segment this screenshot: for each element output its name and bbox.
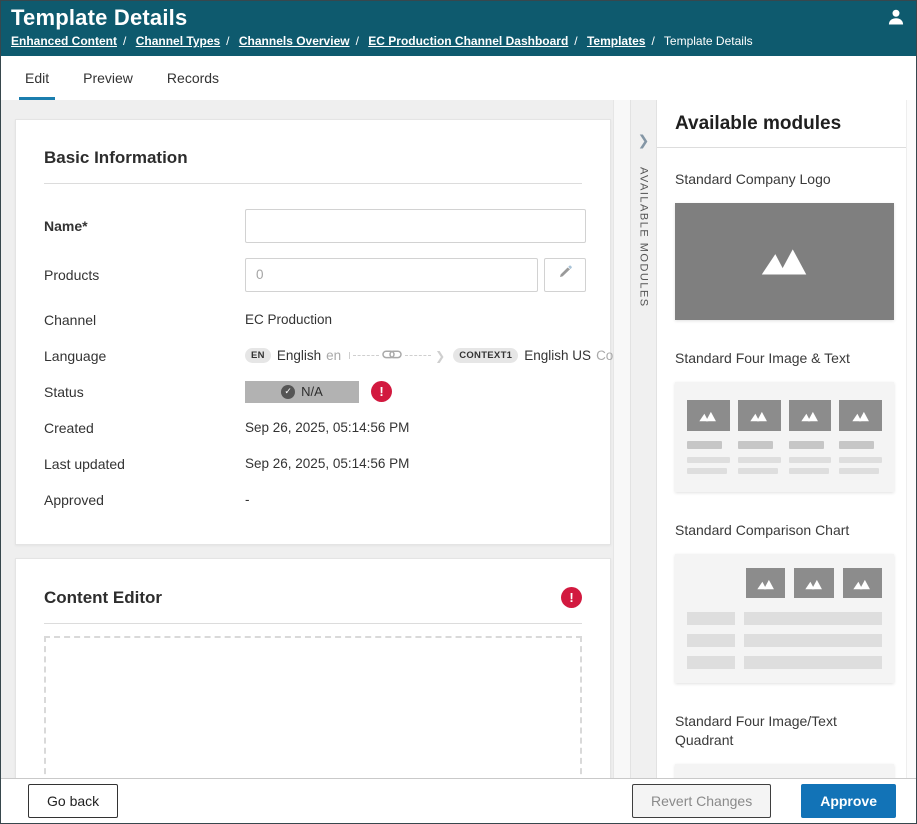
image-placeholder-icon <box>788 400 832 431</box>
source-language-locale: en <box>326 348 342 363</box>
breadcrumb-separator: / <box>651 34 655 48</box>
status-badge: ✓ N/A <box>245 380 359 403</box>
breadcrumb-separator: / <box>226 34 230 48</box>
page-title: Template Details <box>11 5 188 30</box>
language-mapping: EN English en ❯ CONTEXT1 English US Co <box>245 348 613 363</box>
name-input[interactable] <box>245 208 586 243</box>
module-name: Standard Company Logo <box>675 171 831 187</box>
module-standard-four-image-text: Standard Four Image & Text <box>675 349 894 492</box>
breadcrumb: Enhanced Content / Channel Types / Channel… <box>11 34 906 48</box>
image-placeholder-icon <box>737 400 781 431</box>
sidebar-scrollbar[interactable] <box>906 100 916 778</box>
main-content: Basic Information Name* Products 0 Chann… <box>1 100 613 778</box>
chain-link-icon <box>382 348 402 363</box>
module-preview-four-image-text[interactable] <box>675 382 894 492</box>
tab-bar: Edit Preview Records <box>1 56 916 100</box>
approved-label: Approved <box>44 491 104 508</box>
source-language-code-badge: EN <box>245 348 271 363</box>
breadcrumb-channels-overview[interactable]: Channels Overview <box>239 34 350 48</box>
action-bar: Go back Revert Changes Approve <box>1 778 916 823</box>
breadcrumb-separator: / <box>355 34 359 48</box>
module-name: Standard Four Image & Text <box>675 350 850 366</box>
section-divider <box>44 623 582 624</box>
last-updated-label: Last updated <box>44 455 125 472</box>
basic-information-title: Basic Information <box>44 148 188 167</box>
channel-label: Channel <box>44 311 97 328</box>
status-value: N/A <box>301 384 323 399</box>
main-scrollbar[interactable] <box>613 100 630 778</box>
image-placeholder-icon <box>687 400 730 431</box>
available-modules-panel: Available modules Standard Company Logo … <box>657 100 906 778</box>
breadcrumb-enhanced-content[interactable]: Enhanced Content <box>11 34 117 48</box>
breadcrumb-separator: / <box>123 34 127 48</box>
collapse-strip-label: AVAILABLE MODULES <box>637 167 650 308</box>
status-label: Status <box>44 383 84 400</box>
created-value: Sep 26, 2025, 05:14:56 PM <box>245 420 410 435</box>
channel-value: EC Production <box>245 312 333 327</box>
last-updated-value: Sep 26, 2025, 05:14:56 PM <box>245 456 410 471</box>
basic-information-card: Basic Information Name* Products 0 Chann… <box>15 119 613 545</box>
content-editor-dropzone[interactable] <box>44 636 582 778</box>
approved-value: - <box>245 492 250 507</box>
image-placeholder-icon <box>745 568 786 598</box>
target-context-badge: CONTEXT1 <box>453 348 519 363</box>
module-standard-company-logo: Standard Company Logo <box>675 170 894 320</box>
app-header: Template Details Enhanced Content / Chann… <box>1 1 916 56</box>
edit-products-button[interactable] <box>544 257 586 292</box>
content-editor-title: Content Editor <box>44 587 163 607</box>
breadcrumb-channel-types[interactable]: Channel Types <box>136 34 220 48</box>
module-name: Standard Four Image/Text Quadrant <box>675 713 837 748</box>
image-placeholder-icon <box>842 568 882 598</box>
products-label: Products <box>44 266 100 283</box>
breadcrumb-ec-production-channel-dashboard[interactable]: EC Production Channel Dashboard <box>368 34 568 48</box>
tab-preview[interactable]: Preview <box>77 60 139 100</box>
created-label: Created <box>44 419 94 436</box>
target-language-locale: Context1 <box>596 348 613 363</box>
pencil-icon <box>557 264 573 285</box>
source-language-name: English <box>276 348 322 363</box>
template-details-page: Template Details Enhanced Content / Chann… <box>0 0 917 824</box>
chevron-right-icon: ❯ <box>435 348 446 363</box>
status-error-icon[interactable]: ! <box>371 381 392 402</box>
name-label: Name* <box>44 217 88 234</box>
breadcrumb-separator: / <box>574 34 578 48</box>
revert-changes-button[interactable]: Revert Changes <box>632 784 772 818</box>
module-preview-comparison-chart[interactable] <box>675 554 894 683</box>
chevron-right-icon: ❯ <box>637 132 650 148</box>
image-placeholder-icon <box>794 568 834 598</box>
module-standard-four-image-text-quadrant: Standard Four Image/Text Quadrant <box>675 712 894 778</box>
module-name: Standard Comparison Chart <box>675 522 850 538</box>
check-icon: ✓ <box>281 384 296 399</box>
user-icon[interactable] <box>886 7 906 27</box>
tab-records[interactable]: Records <box>161 60 225 100</box>
available-modules-title: Available modules <box>657 100 906 148</box>
modules-panel-collapse-strip[interactable]: ❯ AVAILABLE MODULES <box>630 100 657 778</box>
go-back-button[interactable]: Go back <box>28 784 119 818</box>
language-label: Language <box>44 347 107 364</box>
module-standard-comparison-chart: Standard Comparison Chart <box>675 521 894 683</box>
language-link-connector: ❯ <box>349 348 445 363</box>
breadcrumb-templates[interactable]: Templates <box>587 34 645 48</box>
content-editor-error-icon[interactable]: ! <box>561 587 582 608</box>
target-language-name: English US <box>524 348 592 363</box>
products-input[interactable] <box>245 257 538 292</box>
breadcrumb-current: Template Details <box>663 34 753 48</box>
image-placeholder-icon <box>839 400 882 431</box>
module-preview-quadrant[interactable] <box>675 764 894 778</box>
image-placeholder-icon <box>756 241 814 282</box>
module-preview-company-logo[interactable] <box>675 203 894 320</box>
approve-button[interactable]: Approve <box>801 784 896 818</box>
content-editor-card: Content Editor ! <box>15 558 611 778</box>
tab-edit[interactable]: Edit <box>19 60 56 100</box>
